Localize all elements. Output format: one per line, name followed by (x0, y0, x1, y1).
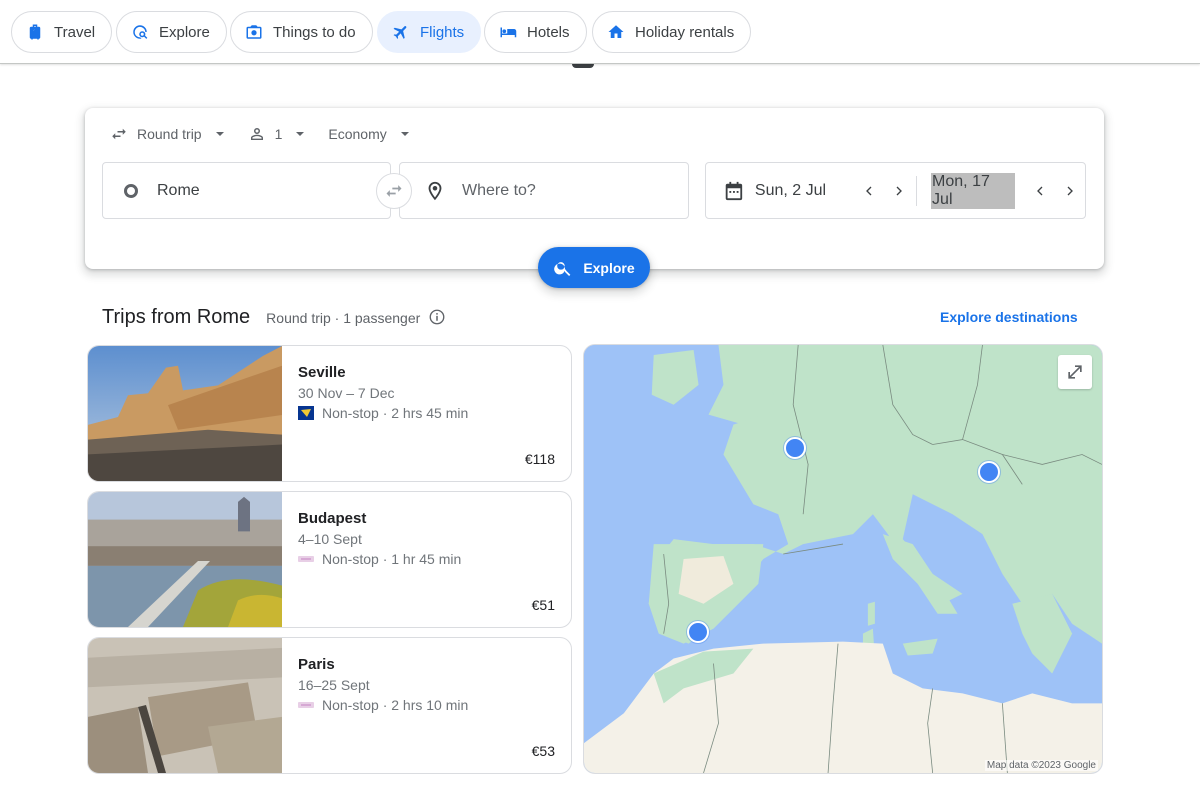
origin-circle-icon (124, 183, 138, 198)
trip-info: Seville 30 Nov – 7 Dec Non-stop · 2 hrs … (298, 364, 555, 481)
tab-label: Travel (54, 23, 96, 41)
top-nav-bar: Travel Explore Things to do Flights Hote… (0, 0, 1200, 64)
tab-things-to-do[interactable]: Things to do (230, 11, 373, 53)
return-date[interactable]: Mon, 17 Jul (931, 172, 1016, 209)
trip-dates: 4–10 Sept (298, 531, 362, 547)
chevron-down-icon (215, 132, 224, 136)
explore-destinations-link[interactable]: Explore destinations (940, 309, 1078, 325)
tab-travel[interactable]: Travel (11, 11, 113, 53)
destinations-map[interactable]: Map data ©2023 Google (583, 344, 1103, 774)
tab-label: Things to do (273, 23, 356, 41)
trip-price: €53 (531, 743, 555, 759)
depart-next-button[interactable] (884, 176, 914, 206)
luggage-icon (26, 23, 44, 41)
map-pin-seville[interactable] (687, 621, 709, 643)
trip-info: Paris 16–25 Sept Non-stop · 2 hrs 10 min… (298, 656, 555, 773)
chevron-right-icon (896, 186, 903, 195)
passengers-value: 1 (274, 126, 283, 142)
date-range-field: Sun, 2 Jul Mon, 17 Jul (705, 162, 1086, 219)
swap-arrows-icon (112, 128, 126, 140)
depart-prev-button[interactable] (854, 176, 884, 206)
ryanair-logo-icon (298, 406, 314, 420)
tab-label: Explore (159, 23, 210, 41)
tab-label: Holiday rentals (635, 23, 735, 41)
trip-type-value: Round trip (137, 126, 202, 142)
depart-date[interactable]: Sun, 2 Jul (755, 182, 854, 200)
trip-card-paris[interactable]: Paris 16–25 Sept Non-stop · 2 hrs 10 min… (87, 637, 572, 774)
trip-dates: 30 Nov – 7 Dec (298, 385, 395, 401)
tab-explore[interactable]: Explore (116, 11, 227, 53)
destination-input[interactable]: Where to? (399, 162, 689, 219)
date-divider (916, 175, 918, 206)
paris-photo (88, 638, 282, 773)
trip-flight-info: Non-stop · 1 hr 45 min (298, 551, 555, 567)
seville-photo (88, 346, 282, 481)
logo-fragment (572, 64, 594, 68)
expand-icon (1068, 365, 1082, 379)
destination-placeholder: Where to? (462, 181, 536, 199)
trip-info: Budapest 4–10 Sept Non-stop · 1 hr 45 mi… (298, 510, 555, 627)
chevron-down-icon (296, 132, 305, 136)
budapest-photo (88, 492, 282, 627)
trips-subtitle: Round trip · 1 passenger (266, 310, 421, 326)
return-next-button[interactable] (1055, 176, 1085, 206)
trip-city: Budapest (298, 510, 367, 527)
trip-city: Paris (298, 656, 335, 673)
info-icon[interactable] (428, 308, 446, 326)
passengers-dropdown[interactable]: 1 (248, 125, 305, 143)
trip-price: €51 (531, 597, 555, 613)
trip-flight-text: Non-stop · 2 hrs 10 min (322, 697, 469, 713)
cabin-class-value: Economy (328, 126, 387, 142)
swap-locations-button[interactable] (376, 173, 412, 209)
wizzair-logo-icon (298, 702, 314, 708)
location-pin-icon (428, 181, 442, 200)
tab-hotels[interactable]: Hotels (484, 11, 587, 53)
trip-card-seville[interactable]: Seville 30 Nov – 7 Dec Non-stop · 2 hrs … (87, 345, 572, 482)
tab-label: Flights (420, 23, 465, 41)
explore-button-label: Explore (583, 259, 635, 276)
swap-arrows-icon (386, 185, 402, 197)
trip-dates: 16–25 Sept (298, 677, 370, 693)
explore-icon (131, 23, 149, 41)
trips-header: Trips from Rome Round trip · 1 passenger (102, 305, 446, 329)
search-options: Round trip 1 Economy (110, 125, 433, 143)
trip-flight-info: Non-stop · 2 hrs 45 min (298, 405, 555, 421)
calendar-icon (725, 181, 743, 200)
origin-input[interactable]: Rome (102, 162, 391, 219)
search-icon (554, 261, 571, 276)
tab-flights[interactable]: Flights (377, 11, 482, 53)
wizzair-logo-icon (298, 556, 314, 562)
explore-button[interactable]: Explore (538, 247, 650, 288)
trip-card-budapest[interactable]: Budapest 4–10 Sept Non-stop · 1 hr 45 mi… (87, 491, 572, 628)
trip-type-dropdown[interactable]: Round trip (110, 125, 224, 143)
airplane-icon (392, 23, 410, 41)
person-icon (250, 128, 263, 140)
house-icon (607, 23, 625, 41)
chevron-left-icon (1037, 186, 1043, 195)
tab-label: Hotels (527, 23, 570, 41)
trip-flight-info: Non-stop · 2 hrs 10 min (298, 697, 555, 713)
chevron-left-icon (866, 186, 872, 195)
trips-title: Trips from Rome (102, 306, 251, 328)
origin-value: Rome (157, 181, 200, 199)
map-pin-paris[interactable] (784, 437, 806, 459)
map-pin-budapest[interactable] (978, 461, 1000, 483)
trip-price: €118 (524, 451, 555, 467)
chevron-right-icon (1067, 186, 1074, 195)
trip-flight-text: Non-stop · 2 hrs 45 min (322, 405, 469, 421)
trip-city: Seville (298, 364, 346, 381)
chevron-down-icon (400, 132, 409, 136)
bed-icon (499, 23, 517, 41)
camera-icon (245, 23, 263, 41)
map-base (584, 345, 1102, 773)
cabin-class-dropdown[interactable]: Economy (328, 126, 409, 142)
tab-holiday-rentals[interactable]: Holiday rentals (592, 11, 752, 53)
flight-search-card: Round trip 1 Economy Rome Where to? Sun,… (85, 108, 1104, 288)
map-attribution: Map data ©2023 Google (984, 760, 1098, 771)
expand-map-button[interactable] (1058, 355, 1092, 389)
return-prev-button[interactable] (1025, 176, 1055, 206)
trip-flight-text: Non-stop · 1 hr 45 min (322, 551, 462, 567)
